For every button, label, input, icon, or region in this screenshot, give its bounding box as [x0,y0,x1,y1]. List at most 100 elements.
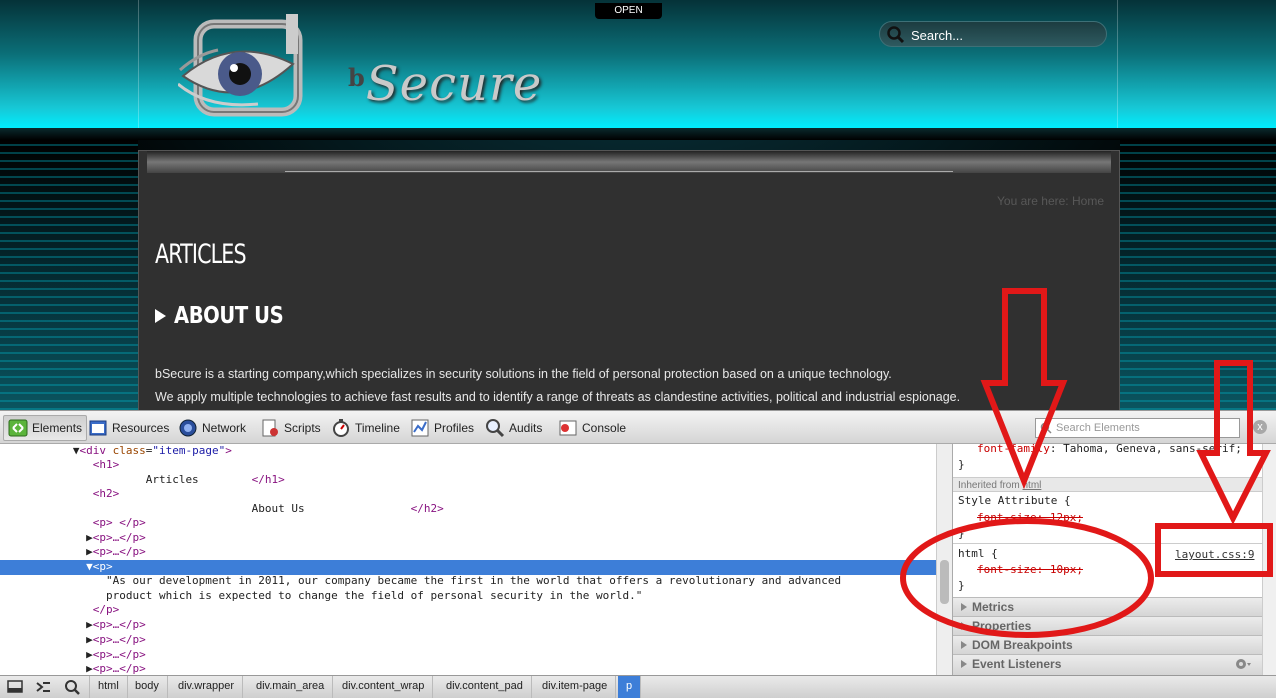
tag-close: </h1> [251,473,285,486]
resources-icon [89,420,107,436]
website-viewport: OPEN bSecure Search... You are here: Hom… [0,0,1276,410]
breadcrumb-body[interactable]: body [127,676,168,698]
brand-prefix: b [348,63,366,92]
dom-node-p-close[interactable]: </p> [0,603,936,618]
dom-text-node[interactable]: Articles </h1> [0,473,936,488]
close-devtools-button[interactable]: x [1253,420,1267,434]
dom-node-p[interactable]: ▶<p>…</p> [0,648,936,663]
about-heading-text: ABOUT US [174,303,284,329]
attr-value: "item-page" [152,444,226,457]
pane-metrics[interactable]: Metrics [953,597,1262,616]
stopwatch-icon [333,419,349,437]
tag-p: <p>…</p> [92,648,146,661]
tab-label: Audits [509,421,543,435]
site-breadcrumb[interactable]: You are here: Home [997,194,1104,208]
breadcrumb-p[interactable]: p [618,676,642,698]
dom-node-p[interactable]: ▶<p>…</p> [0,531,936,546]
site-search-placeholder: Search... [911,28,964,43]
search-icon [887,26,905,44]
dom-node-p[interactable]: ▶<p>…</p> [0,662,936,675]
site-search-input[interactable]: Search... [879,21,1107,47]
rule-divider [953,543,1262,544]
dom-node-h2[interactable]: <h2> [0,487,936,502]
expand-triangle-icon [961,641,967,649]
rule-close-brace: } [958,458,965,471]
pane-label: Metrics [972,600,1015,614]
tab-label: Console [582,421,627,435]
dom-node-p[interactable]: <p> </p> [0,516,936,531]
tab-console[interactable]: Console [554,415,630,441]
css-property-overridden[interactable]: font-size: 12px; [977,510,1083,525]
pane-label: Event Listeners [972,657,1062,671]
dom-tree-panel: ▼<div class="item-page"> <h1> Articles <… [0,444,936,675]
tag-open: <h2> [92,487,120,500]
attr-name: class [112,444,146,457]
inherited-from-header: Inherited from html [953,477,1262,492]
expand-triangle-icon [961,660,967,668]
breadcrumb-div-item-page[interactable]: div.item-page [534,676,617,698]
text-node: "As our development in 2011, our company… [105,574,842,587]
pane-dom-breakpoints[interactable]: DOM Breakpoints [953,635,1262,654]
tab-scripts[interactable]: Scripts [256,415,325,441]
dom-text-node[interactable]: "As our development in 2011, our company… [0,574,936,589]
eye-logo-icon[interactable] [178,14,318,119]
scrollbar-thumb[interactable] [940,560,949,604]
content-top-bar [147,151,1111,173]
tab-network[interactable]: Network [174,415,250,441]
pane-label: Properties [972,619,1032,633]
tag-p: <p> [92,560,113,573]
left-decoration [0,140,138,410]
dom-node-div[interactable]: ▼<div class="item-page"> [0,444,936,459]
brand-logo-text[interactable]: bSecure [348,56,542,112]
tab-timeline[interactable]: Timeline [327,415,404,441]
pane-properties[interactable]: Properties [953,616,1262,635]
tag-p: <p>…</p> [92,545,146,558]
inherited-source-link[interactable]: html [1022,480,1041,491]
tab-label: Scripts [284,421,321,435]
tab-audits[interactable]: Audits [481,415,546,441]
styles-scrollbar[interactable] [1262,444,1276,675]
styles-sidebar: font-family: Tahoma, Geneva, sans-serif;… [952,444,1262,675]
tab-resources[interactable]: Resources [84,415,173,441]
open-panel-tab[interactable]: OPEN [595,3,662,19]
dock-icon[interactable] [3,678,27,696]
dom-text-node[interactable]: product which is expected to change the … [0,589,936,604]
css-property[interactable]: font-family: Tahoma, Geneva, sans-serif; [977,444,1242,456]
breadcrumb-div-content-pad[interactable]: div.content_pad [438,676,532,698]
breadcrumb-html[interactable]: html [89,676,128,698]
tag-close: </p> [92,603,120,616]
tab-label: Profiles [434,421,475,435]
inspect-search-icon[interactable] [60,678,84,696]
tab-label: Timeline [355,421,400,435]
main-content: You are here: Home ARTICLES ABOUT US bSe… [138,150,1120,410]
css-property-overridden[interactable]: font-size: 10px; [977,562,1083,577]
breadcrumb-div-wrapper[interactable]: div.wrapper [170,676,244,698]
rule-close-brace: } [958,579,965,592]
console-toggle-icon[interactable] [31,678,55,696]
stylesheet-link[interactable]: layout.css:9 [1175,548,1254,561]
tag-close: > [225,444,232,457]
dom-scrollbar[interactable] [936,444,952,675]
style-attribute-rule[interactable]: Style Attribute { [958,493,1071,508]
pane-event-listeners[interactable]: Event Listeners [953,654,1262,675]
html-rule-selector[interactable]: html { [958,546,998,561]
dom-node-p[interactable]: ▶<p>…</p> [0,618,936,633]
dom-node-p-selected[interactable]: ▼<p> [0,560,936,575]
expand-triangle-icon [961,622,967,630]
site-header: OPEN bSecure Search... [0,0,1276,135]
devtools-statusbar: html body div.wrapper div.main_area div.… [0,675,1276,698]
breadcrumb-div-main-area[interactable]: div.main_area [248,676,334,698]
dom-node-p[interactable]: ▶<p>…</p> [0,545,936,560]
dom-node-h1[interactable]: <h1> [0,458,936,473]
search-elements-input[interactable]: Search Elements [1035,418,1240,438]
dom-node-p[interactable]: ▶<p>…</p> [0,633,936,648]
tab-profiles[interactable]: Profiles [406,415,478,441]
breadcrumb-div-content-wrap[interactable]: div.content_wrap [334,676,434,698]
gear-icon[interactable] [1234,657,1252,671]
paragraph-2: We apply multiple technologies to achiev… [155,390,961,404]
dom-text-node[interactable]: About Us </h2> [0,502,936,517]
tab-elements[interactable]: Elements [3,415,88,441]
devtools-toolbar: Elements Resources Network Scripts Timel… [0,410,1276,444]
play-arrow-icon [155,309,166,323]
tag-open: <h1> [92,458,120,471]
